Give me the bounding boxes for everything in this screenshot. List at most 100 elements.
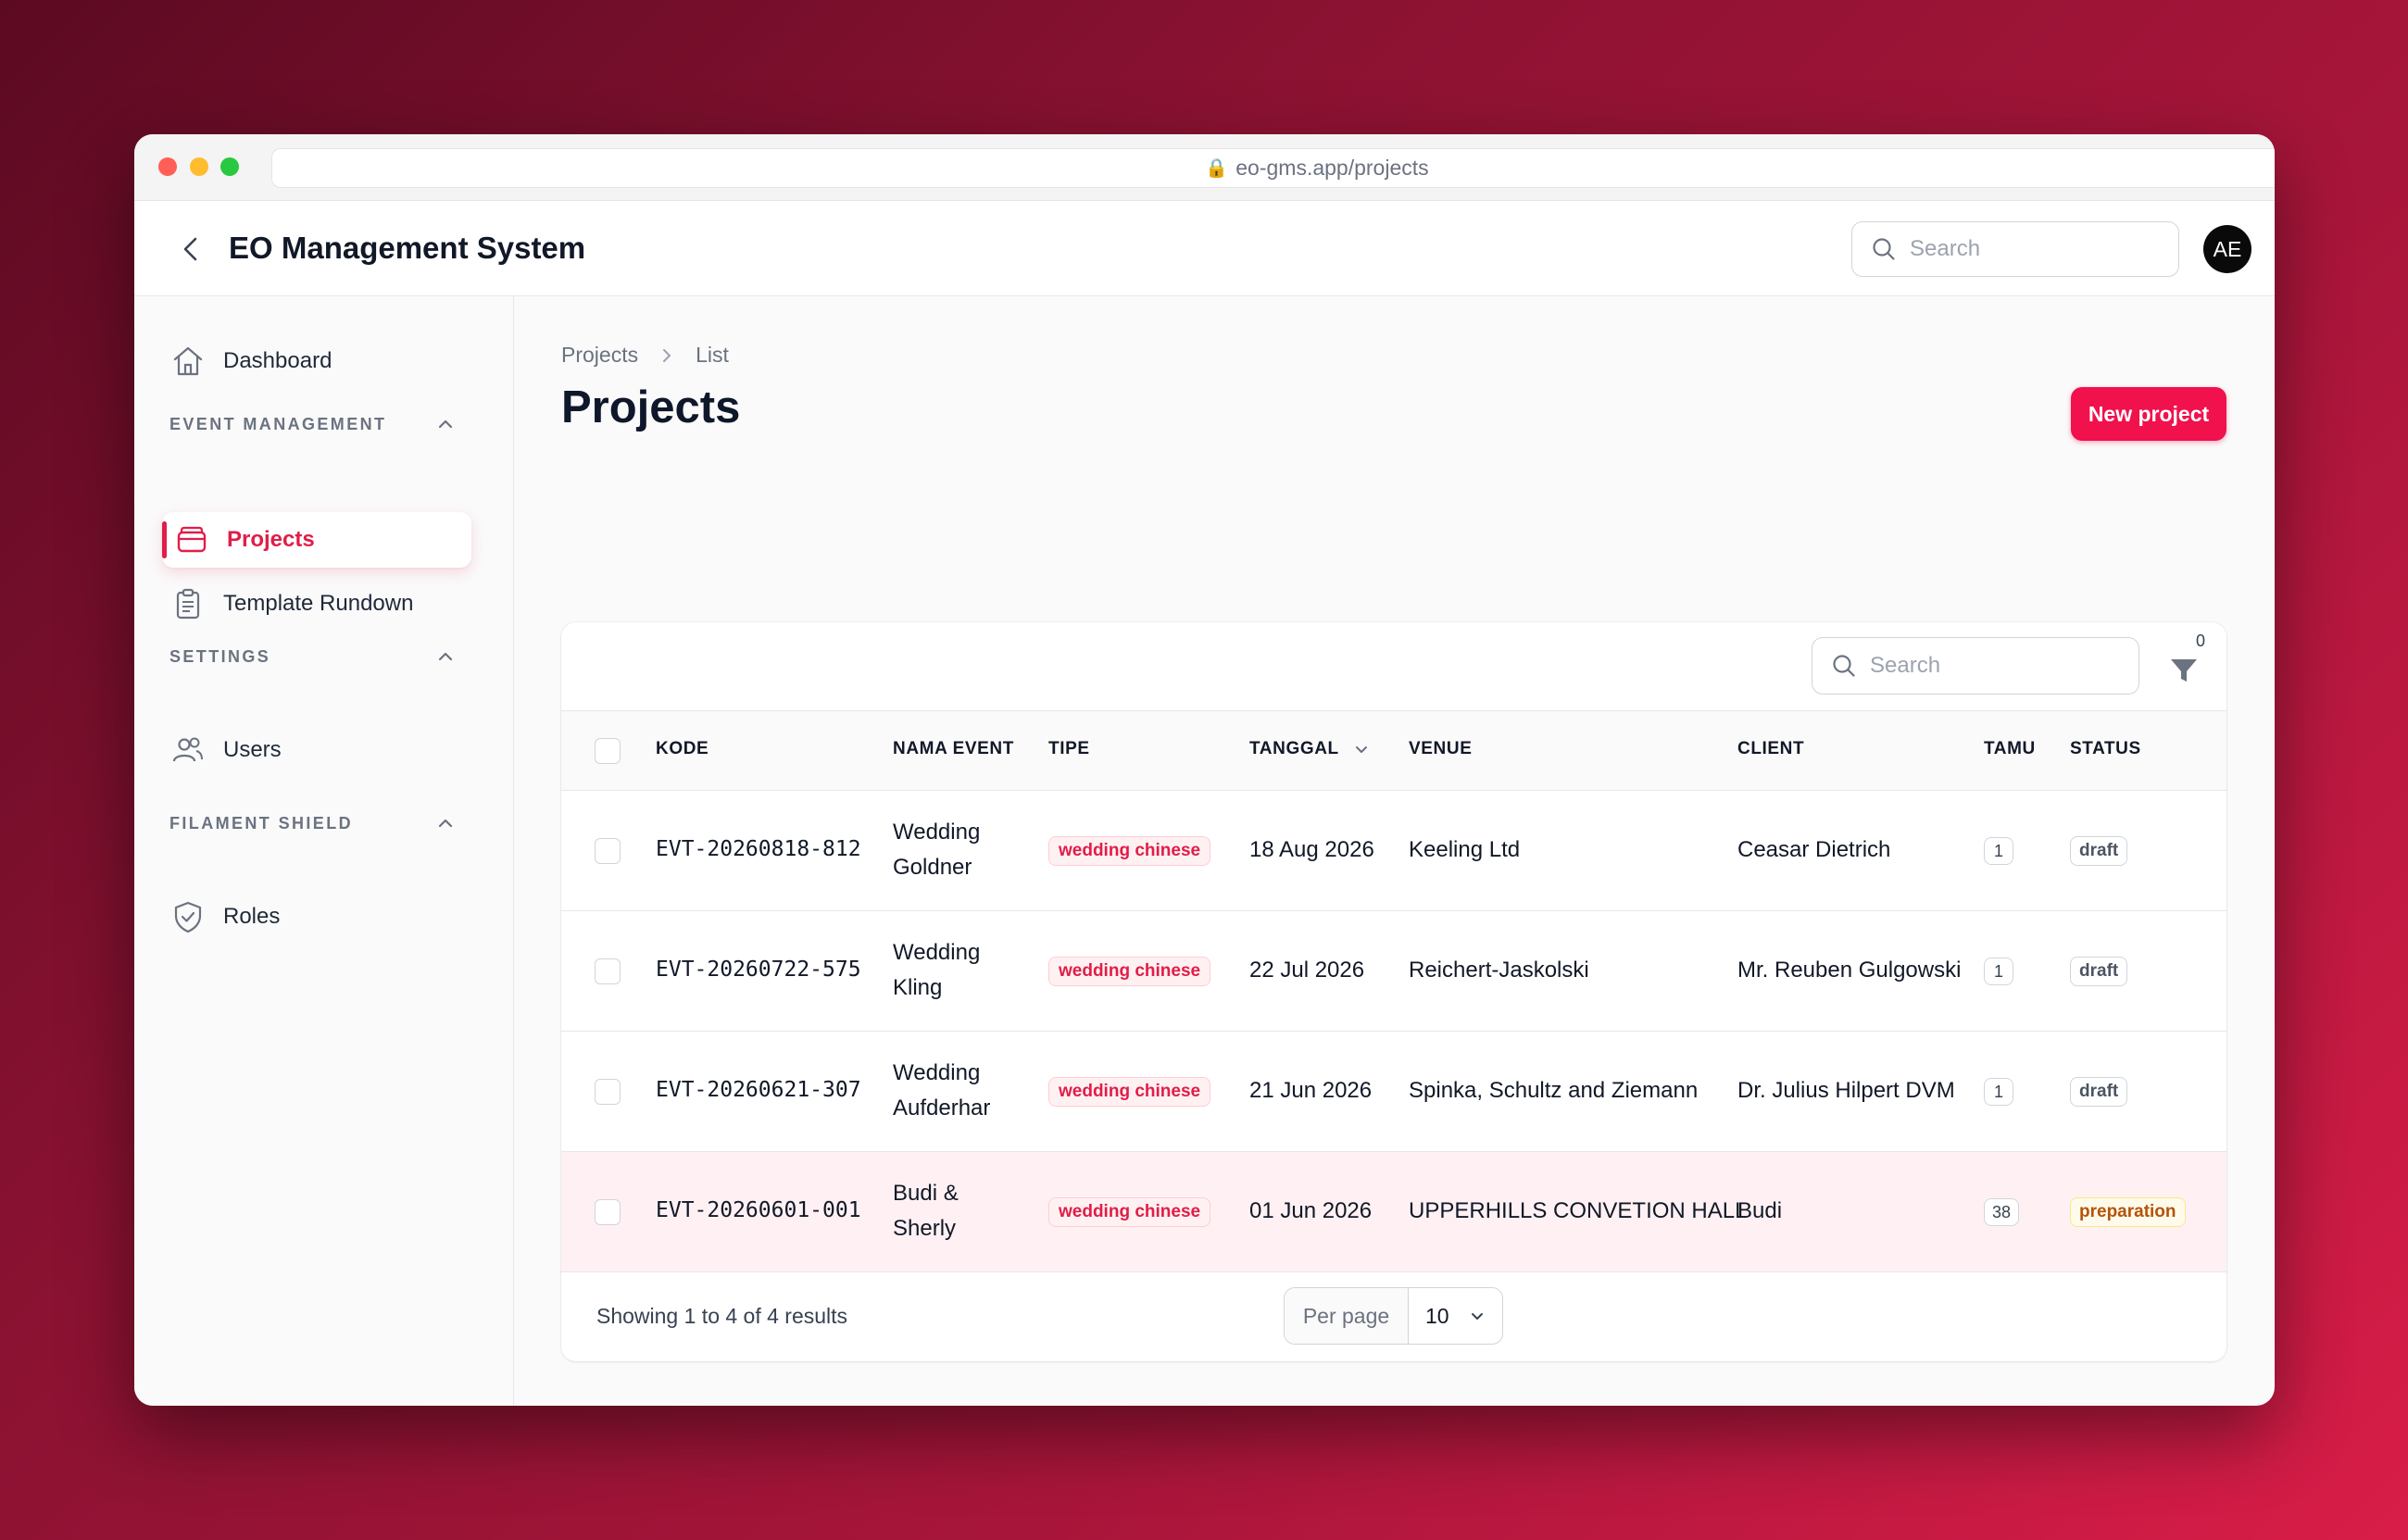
address-bar[interactable]: 🔒 eo-gms.app/projects [271, 148, 2275, 188]
status-badge: draft [2070, 1077, 2128, 1107]
lock-icon: 🔒 [1205, 158, 1229, 179]
breadcrumb-projects-link[interactable]: Projects [561, 343, 638, 368]
nav-group-settings[interactable]: SETTINGS [169, 641, 457, 672]
cell-venue: UPPERHILLS CONVETION HALL [1409, 1198, 1748, 1223]
chevron-left-icon [183, 237, 197, 261]
projects-table-card: 0 KODE NAMA EVENT TIPE TANGGAL VENUE CLI… [561, 622, 2226, 1361]
user-avatar[interactable]: AE [2203, 225, 2251, 273]
close-window-button[interactable] [158, 157, 177, 176]
row-checkbox[interactable] [595, 958, 621, 984]
table-row[interactable]: EVT-20260601-001 Budi & Sherly wedding chin… [561, 1152, 2226, 1272]
cell-kode: EVT-20260722-575 [656, 958, 861, 982]
clipboard-icon [176, 588, 200, 620]
sort-chevron-down-icon [1355, 746, 1367, 753]
home-icon [173, 346, 203, 376]
filter-count-badge: 0 [2196, 632, 2206, 650]
column-header-venue[interactable]: VENUE [1409, 739, 1472, 759]
guest-count-badge: 38 [1984, 1198, 2020, 1226]
sidebar-item-roles[interactable]: Roles [162, 889, 471, 945]
nav-group-filament-shield[interactable]: FILAMENT SHIELD [169, 808, 457, 839]
cell-nama-event-line2: Sherly [893, 1216, 957, 1241]
cell-nama-event-line1: Wedding [893, 940, 981, 965]
url-text: eo-gms.app/projects [1235, 156, 1429, 180]
column-header-client[interactable]: CLIENT [1737, 739, 1804, 759]
chevron-right-icon [663, 348, 671, 362]
nav-group-label: FILAMENT SHIELD [169, 813, 353, 833]
per-page-select[interactable]: 10 [1409, 1288, 1502, 1344]
cell-nama-event: Wedding Kling [893, 935, 980, 1006]
cell-nama-event-line1: Wedding [893, 1060, 981, 1085]
search-icon [1833, 655, 1855, 677]
row-checkbox[interactable] [595, 1079, 621, 1105]
column-header-tamu[interactable]: TAMU [1984, 739, 2036, 759]
row-checkbox[interactable] [595, 1199, 621, 1225]
cell-kode: EVT-20260601-001 [656, 1198, 861, 1222]
app-topbar: EO Management System AE [134, 201, 2275, 296]
page-title: Projects [561, 382, 741, 432]
app-title: EO Management System [229, 231, 586, 265]
cell-tanggal: 01 Jun 2026 [1249, 1198, 1373, 1223]
global-search-input[interactable] [1910, 236, 2151, 262]
per-page-label: Per page [1285, 1288, 1409, 1344]
column-header-nama-event[interactable]: NAMA EVENT [893, 739, 1014, 759]
status-badge: preparation [2070, 1197, 2186, 1227]
folder-icon [177, 526, 207, 553]
cell-kode: EVT-20260621-307 [656, 1078, 861, 1102]
sidebar-item-label: Users [223, 737, 282, 762]
global-search[interactable] [1851, 221, 2179, 277]
maximize-window-button[interactable] [220, 157, 239, 176]
sidebar-item-label: Template Rundown [223, 591, 414, 616]
column-header-tipe[interactable]: TIPE [1048, 739, 1090, 759]
chevron-up-icon [438, 819, 453, 828]
cell-client: Dr. Julius Hilpert DVM [1737, 1078, 1955, 1103]
cell-venue: Keeling Ltd [1409, 837, 1521, 862]
table-row[interactable]: EVT-20260621-307 Wedding Aufderhar wedding … [561, 1032, 2226, 1152]
table-row[interactable]: EVT-20260818-812 Wedding Goldner wedding ch… [561, 791, 2226, 911]
guest-count-badge: 1 [1984, 1078, 2013, 1106]
filter-icon [2171, 659, 2197, 682]
guest-count-badge: 1 [1984, 837, 2013, 865]
cell-client: Ceasar Dietrich [1737, 837, 1891, 862]
type-badge: wedding chinese [1048, 1197, 1211, 1227]
minimize-window-button[interactable] [190, 157, 208, 176]
column-header-status[interactable]: STATUS [2070, 739, 2141, 759]
cell-tanggal: 18 Aug 2026 [1249, 837, 1374, 862]
browser-window: 🔒 eo-gms.app/projects EO Management Syst… [134, 134, 2275, 1406]
cell-nama-event-line2: Goldner [893, 855, 972, 880]
nav-group-label: SETTINGS [169, 646, 271, 666]
nav-group-label: EVENT MANAGEMENT [169, 414, 387, 433]
new-project-button[interactable]: New project [2071, 387, 2226, 441]
sidebar-item-label: Projects [227, 527, 315, 552]
column-header-tanggal[interactable]: TANGGAL [1249, 739, 1371, 759]
cell-tanggal: 22 Jul 2026 [1249, 958, 1365, 983]
table-header: KODE NAMA EVENT TIPE TANGGAL VENUE CLIEN… [561, 711, 2226, 791]
table-toolbar: 0 [561, 622, 2226, 711]
table-search-input[interactable] [1870, 653, 2111, 679]
table-search[interactable] [1812, 637, 2139, 695]
breadcrumb-current: List [696, 343, 729, 367]
per-page-control: Per page 10 [1284, 1287, 1503, 1345]
sidebar-item-template-rundown[interactable]: Template Rundown [162, 576, 471, 632]
cell-nama-event: Wedding Goldner [893, 815, 980, 885]
results-summary: Showing 1 to 4 of 4 results [596, 1304, 848, 1328]
back-button[interactable] [173, 231, 210, 268]
nav-group-event-management[interactable]: EVENT MANAGEMENT [169, 408, 457, 440]
select-all-checkbox[interactable] [595, 738, 621, 764]
type-badge: wedding chinese [1048, 1077, 1211, 1107]
sidebar-item-projects[interactable]: Projects [162, 512, 471, 568]
cell-venue: Spinka, Schultz and Ziemann [1409, 1078, 1699, 1103]
column-header-kode[interactable]: KODE [656, 739, 709, 759]
chevron-down-icon [1472, 1313, 1483, 1320]
guest-count-badge: 1 [1984, 958, 2013, 985]
cell-client: Budi [1737, 1198, 1783, 1223]
status-badge: draft [2070, 836, 2128, 866]
row-checkbox[interactable] [595, 838, 621, 864]
sidebar-item-dashboard[interactable]: Dashboard [162, 333, 471, 389]
sidebar-item-label: Dashboard [223, 348, 332, 373]
type-badge: wedding chinese [1048, 957, 1211, 986]
breadcrumb: Projects List [561, 343, 729, 368]
sidebar-item-users[interactable]: Users [162, 722, 471, 778]
type-badge: wedding chinese [1048, 836, 1211, 866]
cell-nama-event: Wedding Aufderhar [893, 1056, 990, 1126]
table-row[interactable]: EVT-20260722-575 Wedding Kling wedding chin… [561, 911, 2226, 1032]
